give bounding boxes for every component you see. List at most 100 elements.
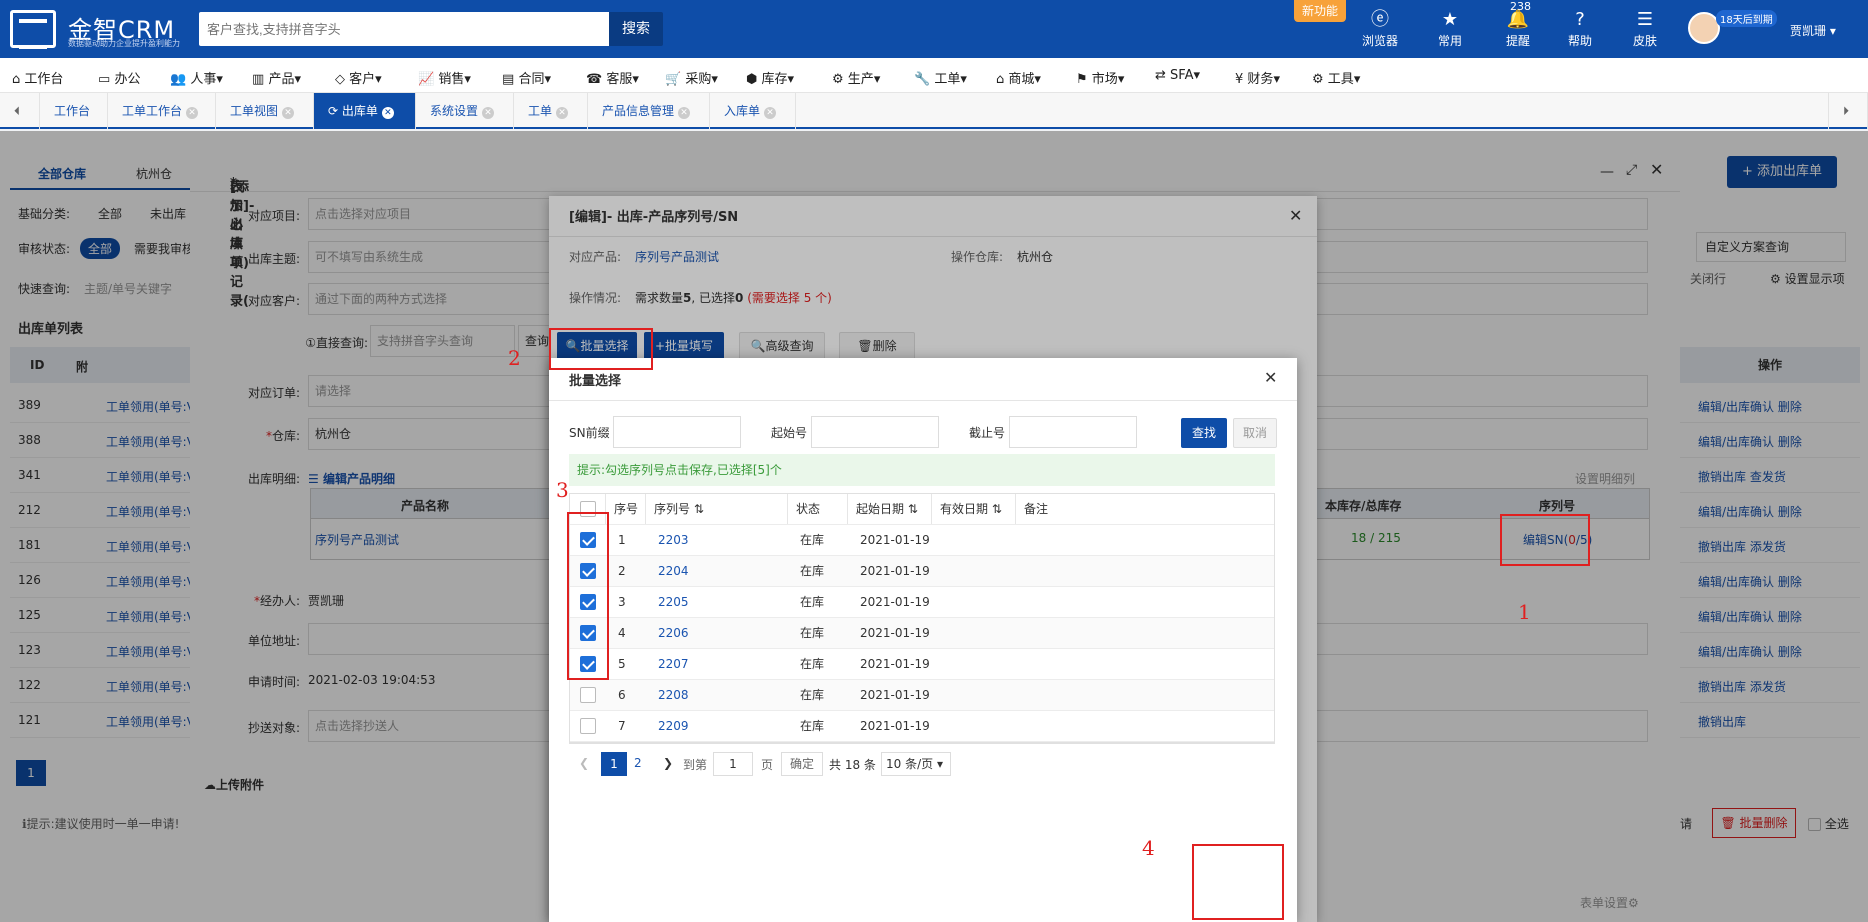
sn-row[interactable]: 5 2207 在库 2021-01-19 [570, 648, 1274, 680]
gear-icon: ⚙ [1312, 72, 1324, 87]
close-icon[interactable]: ✕ [678, 107, 691, 119]
row-start-date: 2021-01-19 [860, 657, 930, 671]
next-page-icon[interactable]: ❯ [663, 756, 673, 770]
col-start-date[interactable]: 起始日期 ⇅ [848, 494, 932, 524]
menu-workbench[interactable]: ⌂ 工作台 [12, 68, 63, 87]
close-icon[interactable]: ✕ [186, 107, 199, 119]
goto-confirm-button[interactable]: 确定 [781, 752, 823, 776]
tab-workorder[interactable]: 工单 ✕ [514, 93, 588, 129]
close-icon[interactable]: ✕ [381, 107, 394, 119]
tab-label: 入库单 [724, 104, 761, 118]
browser-button[interactable]: ⓔ 浏览器 [1350, 8, 1410, 49]
close-icon[interactable]: ✕ [764, 107, 777, 119]
star-icon: ★ [1441, 9, 1459, 30]
row-no: 5 [618, 657, 626, 671]
menu-label: 财务 [1247, 72, 1274, 87]
logo[interactable]: 金智CRM 数据驱动助力企业提升盈利能力 [10, 8, 200, 52]
page-1[interactable]: 1 [601, 752, 627, 776]
sn-row[interactable]: 4 2206 在库 2021-01-19 [570, 617, 1274, 649]
find-button[interactable]: 查找 [1181, 418, 1227, 448]
tabs-next-icon[interactable]: ⏵ [1828, 93, 1868, 129]
browser-label: 浏览器 [1361, 34, 1398, 48]
user-menu[interactable]: 贾凯珊 ▾ [1790, 22, 1836, 39]
close-icon[interactable]: ✕ [482, 107, 495, 119]
close-icon[interactable]: ✕ [556, 107, 569, 119]
row-sn[interactable]: 2206 [650, 618, 689, 649]
row-sn[interactable]: 2207 [650, 649, 689, 680]
close-icon[interactable]: ✕ [1264, 368, 1277, 387]
row-sn[interactable]: 2205 [650, 587, 689, 618]
favorites-button[interactable]: ★ 常用 [1420, 8, 1480, 49]
menu-mall[interactable]: ⌂ 商城▾ [996, 68, 1041, 87]
tab-workorder-view[interactable]: 工单视图 ✕ [216, 93, 314, 129]
page-unit: 页 [761, 758, 774, 772]
new-feature-badge[interactable]: 新功能 [1294, 0, 1346, 22]
sync-icon: ⇄ [1155, 68, 1166, 83]
prev-page-icon[interactable]: ❮ [579, 756, 589, 770]
menu-hr[interactable]: 👥 人事▾ [170, 68, 223, 87]
start-number-input[interactable] [811, 416, 939, 448]
menu-label: 客户 [349, 72, 376, 87]
col-sn[interactable]: 序列号 ⇅ [646, 494, 788, 524]
tab-workorder-bench[interactable]: 工单工作台 ✕ [108, 93, 216, 129]
menu-label: 采购 [685, 72, 712, 87]
search-button[interactable]: 搜索 [609, 12, 663, 46]
row-no: 3 [618, 595, 626, 609]
menu-production[interactable]: ⚙ 生产▾ [832, 68, 880, 87]
row-sn[interactable]: 2203 [650, 525, 689, 556]
menu-market[interactable]: ⚑ 市场▾ [1076, 68, 1124, 87]
sn-row[interactable]: 7 2209 在库 2021-01-19 [570, 710, 1274, 742]
customer-search-input[interactable] [199, 12, 609, 46]
user-name: 贾凯珊 [1790, 24, 1827, 38]
menu-service[interactable]: ☎ 客服▾ [586, 68, 639, 87]
sn-prefix-input[interactable] [613, 416, 741, 448]
tab-label: 工单 [528, 104, 553, 118]
refresh-icon[interactable]: ⟳ [328, 104, 338, 118]
menu-sfa[interactable]: ⇄ SFA▾ [1155, 68, 1200, 83]
tab-inbound[interactable]: 入库单 ✕ [710, 93, 796, 129]
page-input[interactable]: 1 [713, 752, 753, 776]
sn-row[interactable]: 3 2205 在库 2021-01-19 [570, 586, 1274, 618]
menu-customer[interactable]: ◇ 客户▾ [335, 68, 382, 87]
tab-product-info[interactable]: 产品信息管理 ✕ [588, 93, 710, 129]
reminder-button[interactable]: 🔔 提醒 [1488, 8, 1548, 49]
row-start-date: 2021-01-19 [860, 533, 930, 547]
menu-workorder[interactable]: 🔧 工单▾ [914, 68, 967, 87]
col-valid-date[interactable]: 有效日期 ⇅ [932, 494, 1016, 524]
row-sn[interactable]: 2204 [650, 556, 689, 587]
menu-sales[interactable]: 📈 销售▾ [418, 68, 471, 87]
batch-select-dialog: 批量选择 ✕ SN前缀 起始号 截止号 查找 取消 提示:勾选序列号点击保存,已… [549, 358, 1297, 922]
menu-product[interactable]: ▥ 产品▾ [252, 68, 301, 87]
tab-system-settings[interactable]: 系统设置 ✕ [416, 93, 514, 129]
row-sn[interactable]: 2208 [650, 680, 689, 711]
annotation-box-2 [549, 328, 653, 370]
sn-row[interactable]: 2 2204 在库 2021-01-19 [570, 555, 1274, 587]
row-sn[interactable]: 2209 [650, 711, 689, 742]
goto-label: 到第 [683, 758, 708, 772]
row-checkbox[interactable] [580, 687, 596, 703]
menu-contract[interactable]: ▤ 合同▾ [502, 68, 551, 87]
tab-workbench[interactable]: 工作台 [40, 93, 108, 129]
menu-purchase[interactable]: 🛒 采购▾ [665, 68, 718, 87]
phone-icon: ☎ [586, 72, 603, 87]
end-number-input[interactable] [1009, 416, 1137, 448]
col-no: 序号 [606, 494, 646, 524]
row-checkbox[interactable] [580, 718, 596, 734]
cancel-search-button[interactable]: 取消 [1233, 418, 1277, 448]
row-no: 4 [618, 626, 626, 640]
page-size-select[interactable]: 10 条/页 ▾ [881, 752, 951, 776]
tabs-prev-icon[interactable]: ⏴ [0, 93, 40, 129]
menu-finance[interactable]: ¥ 财务▾ [1235, 68, 1280, 87]
menu-inventory[interactable]: ⬢ 库存▾ [746, 68, 794, 87]
menu-office[interactable]: ▭ 办公 [98, 68, 140, 87]
tab-outbound[interactable]: ⟳ 出库单 ✕ [314, 93, 416, 129]
close-icon[interactable]: ✕ [282, 107, 295, 119]
skin-button[interactable]: ☰ 皮肤 [1615, 8, 1675, 49]
help-button[interactable]: ? 帮助 [1550, 8, 1610, 49]
menu-tools[interactable]: ⚙ 工具▾ [1312, 68, 1360, 87]
chevron-down-icon: ▾ [1829, 24, 1836, 38]
pager: ❮ 1 2 ❯ 到第 1 页 确定 共 18 条 10 条/页 ▾ [569, 743, 1275, 783]
sn-row[interactable]: 6 2208 在库 2021-01-19 [570, 679, 1274, 711]
sn-row[interactable]: 1 2203 在库 2021-01-19 [570, 524, 1274, 556]
page-2[interactable]: 2 [634, 756, 642, 770]
